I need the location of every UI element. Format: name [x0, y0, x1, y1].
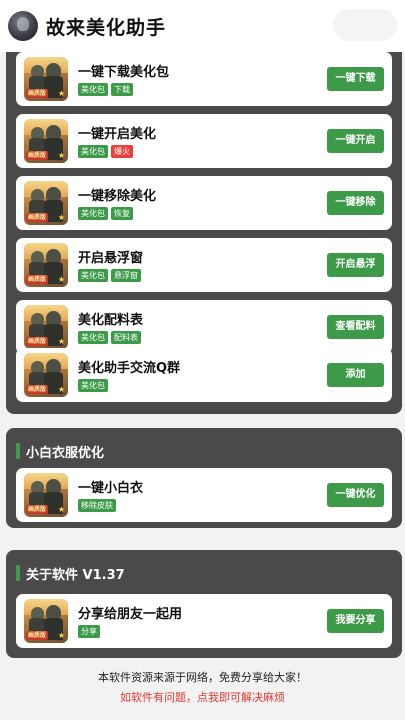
game-thumbnail-icon: 画质版 ★ — [24, 305, 68, 349]
footer: 本软件资源来源于网络，免费分享给大家！ 如软件有问题，点我即可解决麻烦 — [0, 668, 405, 708]
feature-name: 分享给朋友一起用 — [78, 607, 183, 622]
feature-name: 一键小白衣 — [78, 481, 144, 496]
optimize-button[interactable]: 一键优化 — [327, 483, 384, 507]
share-button[interactable]: 我要分享 — [327, 609, 384, 633]
beautify-section-panel: 画质版 ★ 一键下载美化包 美化包 下载 一键下载 画质版 ★ 一键开启美化 美化包爆… — [6, 52, 402, 414]
header-action-pill[interactable] — [333, 9, 397, 41]
tag-badge: 悬浮窗 — [111, 269, 141, 282]
game-thumbnail-icon: 画质版 ★ — [24, 599, 68, 643]
feature-card-white-clothes: 画质版 ★ 一键小白衣 移除皮肤 一键优化 — [16, 468, 392, 522]
tag-badge: 下载 — [111, 83, 133, 96]
tag-badge: 恢复 — [111, 207, 133, 220]
feature-name: 一键移除美化 — [78, 189, 157, 204]
download-button[interactable]: 一键下载 — [327, 67, 384, 91]
section-title: 关于软件 V1.37 — [16, 564, 125, 583]
remove-button[interactable]: 一键移除 — [327, 191, 384, 215]
tag-badge: 移除皮肤 — [78, 499, 116, 512]
feature-card-download: 画质版 ★ 一键下载美化包 美化包 下载 一键下载 — [16, 52, 392, 106]
disclaimer-text: 本软件资源来源于网络，免费分享给大家！ — [98, 671, 307, 684]
game-thumbnail-icon: 画质版 ★ — [24, 57, 68, 101]
tag-badge: 配料表 — [111, 331, 141, 344]
feature-name: 美化配料表 — [78, 313, 144, 328]
tag-badge: 美化包 — [78, 331, 108, 344]
clothes-optimize-panel: 小白衣服优化 画质版 ★ 一键小白衣 移除皮肤 一键优化 — [6, 428, 402, 528]
feature-name: 美化助手交流Q群 — [78, 361, 181, 376]
view-ingredients-button[interactable]: 查看配料 — [327, 315, 384, 339]
game-thumbnail-icon: 画质版 ★ — [24, 243, 68, 287]
game-thumbnail-icon: 画质版 ★ — [24, 473, 68, 517]
app-header: 故来美化助手 — [0, 0, 405, 52]
section-title: 小白衣服优化 — [16, 442, 104, 461]
tag-badge: 美化包 — [78, 207, 108, 220]
feature-card-share: 画质版 ★ 分享给朋友一起用 分享 我要分享 — [16, 594, 392, 648]
feature-card-floating-window: 画质版 ★ 开启悬浮窗 美化包 悬浮窗 开启悬浮 — [16, 238, 392, 292]
feature-card-enable: 画质版 ★ 一键开启美化 美化包 爆火 一键开启 — [16, 114, 392, 168]
tag-badge: 美化包 — [78, 379, 108, 392]
tag-badge: 美化包 — [78, 269, 108, 282]
feature-card-qq-group: 画质版 ★ 美化助手交流Q群 美化包 添加 — [16, 348, 392, 402]
about-software-panel: 关于软件 V1.37 画质版 ★ 分享给朋友一起用 分享 我要分享 — [6, 550, 402, 658]
enable-button[interactable]: 一键开启 — [327, 129, 384, 153]
accent-bar — [16, 443, 20, 459]
feature-card-ingredients: 画质版 ★ 美化配料表 美化包 配料表 查看配料 — [16, 300, 392, 354]
accent-bar — [16, 565, 20, 581]
game-thumbnail-icon: 画质版 ★ — [24, 181, 68, 225]
app-title: 故来美化助手 — [46, 16, 167, 39]
tag-badge: 美化包 — [78, 83, 108, 96]
feature-name: 开启悬浮窗 — [78, 251, 144, 266]
avatar-logo-icon — [8, 11, 38, 41]
floating-window-button[interactable]: 开启悬浮 — [327, 253, 384, 277]
hot-badge: 爆火 — [111, 145, 133, 158]
game-thumbnail-icon: 画质版 ★ — [24, 353, 68, 397]
game-thumbnail-icon: 画质版 ★ — [24, 119, 68, 163]
tag-badge: 分享 — [78, 625, 100, 638]
feature-card-remove: 画质版 ★ 一键移除美化 美化包 恢复 一键移除 — [16, 176, 392, 230]
help-link[interactable]: 如软件有问题，点我即可解决麻烦 — [0, 688, 405, 708]
feature-name: 一键开启美化 — [78, 127, 157, 142]
tag-badge: 美化包 — [78, 145, 108, 158]
feature-name: 一键下载美化包 — [78, 65, 170, 80]
add-group-button[interactable]: 添加 — [327, 363, 384, 387]
